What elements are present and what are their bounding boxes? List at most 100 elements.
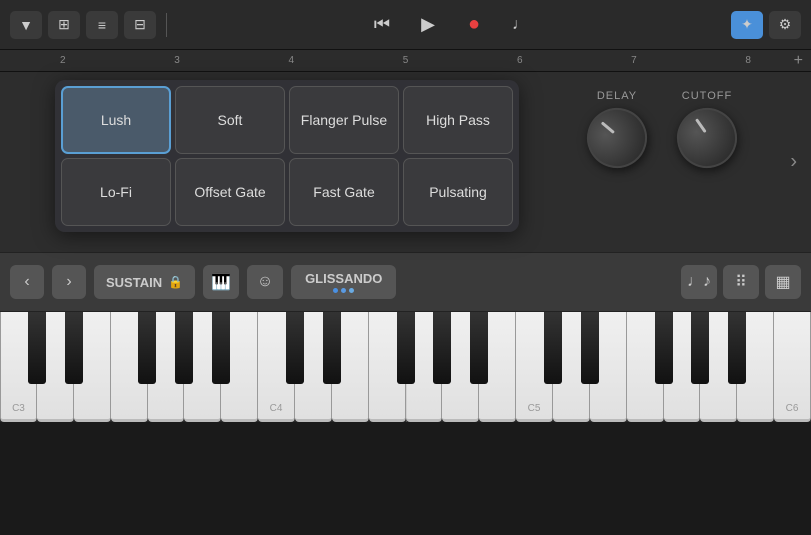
dot-2 (341, 288, 346, 293)
settings-button[interactable]: ⚙ (769, 11, 801, 39)
smart-controls-icon: ✦ (741, 16, 753, 33)
controls-row: ‹ › SUSTAIN 🔒 🎹 ☺ GLISSANDO ♩♪ ⠿ ▦ (0, 252, 811, 312)
arpeggio-button[interactable]: 🎹 (203, 265, 239, 299)
arpeggio-icon: 🎹 (211, 272, 231, 292)
record-button[interactable]: ● (458, 9, 490, 41)
keyboard-layout-icon: ▦ (775, 272, 790, 292)
lock-icon: 🔒 (168, 275, 183, 289)
list-icon: ≡ (98, 17, 106, 33)
black-key-17[interactable] (655, 312, 673, 384)
key-label-c6: C6 (786, 403, 799, 414)
delay-label: DELAY (597, 90, 637, 102)
black-key-1[interactable] (65, 312, 83, 384)
ruler-mark: 2 (60, 55, 66, 66)
key-label-c5: C5 (528, 403, 541, 414)
black-key-11[interactable] (433, 312, 451, 384)
dropdown-icon: ▼ (19, 17, 33, 33)
chord-icon: ⠿ (735, 272, 747, 292)
knobs-area: DELAY CUTOFF (573, 80, 751, 178)
preset-pulsating-label: Pulsating (429, 184, 487, 200)
black-key-3[interactable] (138, 312, 156, 384)
ruler: 2 3 4 5 6 7 8 + (0, 50, 811, 72)
ruler-mark: 8 (745, 55, 751, 66)
black-key-0[interactable] (28, 312, 46, 384)
preset-pulsating-button[interactable]: Pulsating (403, 158, 513, 226)
preset-panel: Lush Soft Flanger Pulse High Pass Lo-Fi … (55, 80, 519, 232)
black-key-12[interactable] (470, 312, 488, 384)
preset-fast-gate-button[interactable]: Fast Gate (289, 158, 399, 226)
metronome-icon: ♩ (512, 16, 528, 34)
preset-flanger-pulse-button[interactable]: Flanger Pulse (289, 86, 399, 154)
keyboard-layout-button[interactable]: ▦ (765, 265, 801, 299)
add-track-button[interactable]: + (794, 52, 803, 70)
settings-icon: ⚙ (779, 16, 792, 33)
rewind-icon: ⏮ (374, 14, 390, 35)
delay-knob[interactable] (576, 97, 658, 179)
sustain-label: SUSTAIN (106, 275, 162, 290)
chord-button[interactable]: ⠿ (723, 265, 759, 299)
piano-area: C3 C4 C5 C6 (0, 312, 811, 422)
preset-lush-label: Lush (101, 112, 131, 128)
preset-high-pass-button[interactable]: High Pass (403, 86, 513, 154)
preset-lo-fi-button[interactable]: Lo-Fi (61, 158, 171, 226)
dropdown-button[interactable]: ▼ (10, 11, 42, 39)
main-content: Lush Soft Flanger Pulse High Pass Lo-Fi … (0, 72, 811, 252)
view-icon: ⊞ (58, 16, 70, 33)
ruler-mark: 3 (174, 55, 180, 66)
transport-controls: ⏮ ▶ ● ♩ (177, 9, 725, 41)
black-key-8[interactable] (323, 312, 341, 384)
emoji-button[interactable]: ☺ (247, 265, 283, 299)
black-key-18[interactable] (691, 312, 709, 384)
notes-button[interactable]: ♩♪ (681, 265, 717, 299)
ruler-mark: 7 (631, 55, 637, 66)
dot-3 (349, 288, 354, 293)
black-key-7[interactable] (286, 312, 304, 384)
black-key-10[interactable] (397, 312, 415, 384)
white-key-21[interactable]: C6 (774, 312, 811, 422)
view-toggle-button[interactable]: ⊞ (48, 11, 80, 39)
black-key-14[interactable] (544, 312, 562, 384)
smart-controls-button[interactable]: ✦ (731, 11, 763, 39)
delay-knob-container: DELAY (587, 90, 647, 168)
piano-keys: C3 C4 C5 C6 (0, 312, 811, 422)
mixer-button[interactable]: ⊟ (124, 11, 156, 39)
preset-offset-gate-button[interactable]: Offset Gate (175, 158, 285, 226)
key-label-c3: C3 (12, 403, 25, 414)
preset-soft-button[interactable]: Soft (175, 86, 285, 154)
ruler-mark: 5 (403, 55, 409, 66)
cutoff-knob[interactable] (670, 101, 743, 174)
right-controls: ♩♪ ⠿ ▦ (681, 265, 801, 299)
mixer-icon: ⊟ (134, 16, 146, 33)
play-icon: ▶ (421, 14, 435, 35)
expand-button[interactable]: › (790, 151, 797, 174)
next-button[interactable]: › (52, 265, 86, 299)
prev-button[interactable]: ‹ (10, 265, 44, 299)
play-button[interactable]: ▶ (412, 9, 444, 41)
sustain-button[interactable]: SUSTAIN 🔒 (94, 265, 195, 299)
toolbar-right: ✦ ⚙ (731, 11, 801, 39)
list-view-button[interactable]: ≡ (86, 11, 118, 39)
cutoff-label: CUTOFF (682, 90, 732, 102)
preset-offset-gate-label: Offset Gate (194, 184, 265, 200)
toolbar: ▼ ⊞ ≡ ⊟ ⏮ ▶ ● ♩ ✦ ⚙ (0, 0, 811, 50)
ruler-mark: 6 (517, 55, 523, 66)
black-key-15[interactable] (581, 312, 599, 384)
black-key-19[interactable] (728, 312, 746, 384)
black-key-5[interactable] (212, 312, 230, 384)
glissando-button[interactable]: GLISSANDO (291, 265, 396, 299)
preset-fast-gate-label: Fast Gate (313, 184, 374, 200)
dot-1 (333, 288, 338, 293)
metronome-button[interactable]: ♩ (504, 9, 536, 41)
ruler-mark: 4 (288, 55, 294, 66)
preset-lo-fi-label: Lo-Fi (100, 184, 132, 200)
emoji-icon: ☺ (257, 273, 273, 291)
black-key-4[interactable] (175, 312, 193, 384)
glissando-label: GLISSANDO (305, 271, 382, 286)
key-label-c4: C4 (270, 403, 283, 414)
preset-flanger-pulse-label: Flanger Pulse (301, 112, 387, 128)
preset-lush-button[interactable]: Lush (61, 86, 171, 154)
preset-high-pass-label: High Pass (426, 112, 490, 128)
rewind-button[interactable]: ⏮ (366, 9, 398, 41)
ruler-marks: 2 3 4 5 6 7 8 (60, 55, 751, 66)
cutoff-knob-container: CUTOFF (677, 90, 737, 168)
